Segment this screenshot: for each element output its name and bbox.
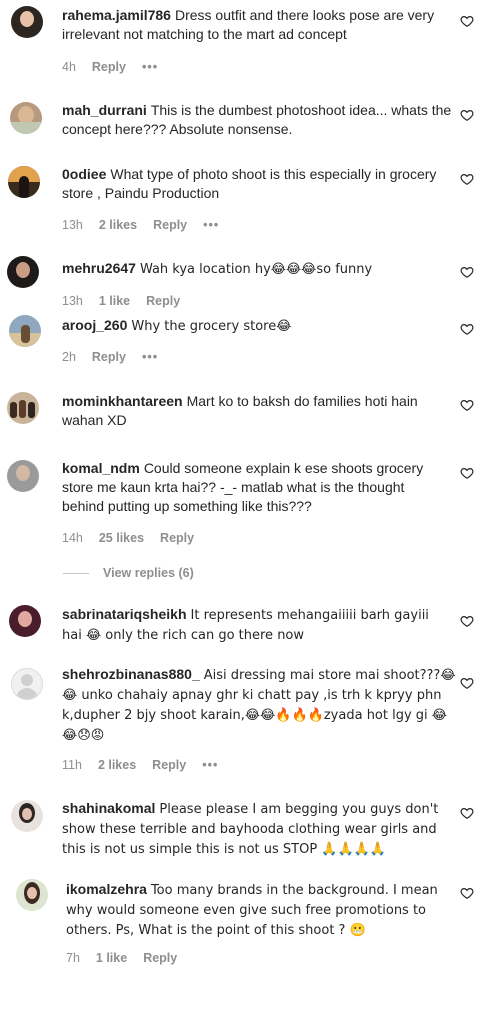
comment-username[interactable]: mominkhantareen	[62, 393, 183, 409]
comment-text: What type of photo shoot is this especia…	[62, 166, 437, 201]
avatar[interactable]	[8, 166, 40, 198]
comment-username[interactable]: rahema.jamil786	[62, 7, 171, 23]
reply-button[interactable]: Reply	[152, 758, 186, 772]
comment-text: Why the grocery store😂	[131, 319, 292, 334]
more-options-icon[interactable]: •••	[142, 350, 158, 364]
comment-body: 0odiee What type of photo shoot is this e…	[62, 165, 457, 203]
avatar[interactable]	[11, 800, 43, 832]
heart-outline-icon[interactable]	[460, 172, 474, 186]
heart-outline-icon[interactable]	[460, 466, 474, 480]
divider	[63, 573, 89, 575]
view-replies-button[interactable]: View replies (6)	[63, 566, 194, 580]
comment-username[interactable]: mah_durrani	[62, 102, 147, 118]
comment-username[interactable]: 0odiee	[62, 166, 106, 182]
comment-text: Wah kya location hy😂😂😂so funny	[139, 262, 373, 277]
reply-button[interactable]: Reply	[92, 350, 126, 364]
more-options-icon[interactable]: •••	[202, 758, 218, 772]
reply-button[interactable]: Reply	[160, 531, 194, 545]
comment-body: sabrinatariqsheikh It represents mehangai…	[62, 605, 452, 645]
avatar[interactable]	[7, 460, 39, 492]
heart-outline-icon[interactable]	[460, 14, 474, 28]
likes-count[interactable]: 25 likes	[99, 531, 144, 545]
comment-time: 14h	[62, 531, 83, 545]
reply-button[interactable]: Reply	[153, 218, 187, 232]
comment-username[interactable]: shehrozbinanas880_	[62, 666, 200, 682]
comment-body: mehru2647 Wah kya location hy😂😂😂so funny	[62, 259, 457, 279]
comment-time: 7h	[66, 951, 80, 965]
heart-outline-icon[interactable]	[460, 265, 474, 279]
comment-body: komal_ndm Could someone explain k ese sho…	[62, 459, 442, 516]
view-replies-label: View replies (6)	[103, 566, 194, 580]
comment-username[interactable]: komal_ndm	[62, 460, 140, 476]
avatar[interactable]	[11, 6, 43, 38]
avatar[interactable]	[10, 102, 42, 134]
comment-username[interactable]: shahinakomal	[62, 800, 155, 816]
heart-outline-icon[interactable]	[460, 614, 474, 628]
avatar[interactable]	[7, 256, 39, 288]
reply-button[interactable]: Reply	[143, 951, 177, 965]
comment-body: shahinakomal Please please I am begging y…	[62, 799, 457, 859]
avatar[interactable]	[9, 605, 41, 637]
comment-username[interactable]: ikomalzehra	[66, 881, 147, 897]
comment-time: 13h	[62, 294, 83, 308]
comment-body: mah_durrani This is the dumbest photoshoo…	[62, 101, 457, 139]
avatar[interactable]	[7, 392, 39, 424]
likes-count[interactable]: 2 likes	[99, 218, 137, 232]
comment-body: ikomalzehra Too many brands in the backgr…	[66, 880, 461, 940]
likes-count[interactable]: 1 like	[96, 951, 127, 965]
more-options-icon[interactable]: •••	[203, 218, 219, 232]
comment-time: 11h	[62, 758, 82, 772]
heart-outline-icon[interactable]	[460, 886, 474, 900]
comment-body: rahema.jamil786 Dress outfit and there lo…	[62, 6, 442, 44]
comment-username[interactable]: mehru2647	[62, 260, 136, 276]
avatar[interactable]	[9, 315, 41, 347]
comment-body: shehrozbinanas880_ Aisi dressing mai stor…	[62, 665, 457, 745]
reply-button[interactable]: Reply	[146, 294, 180, 308]
heart-outline-icon[interactable]	[460, 676, 474, 690]
heart-outline-icon[interactable]	[460, 398, 474, 412]
heart-outline-icon[interactable]	[460, 108, 474, 122]
avatar[interactable]	[11, 668, 43, 700]
comment-username[interactable]: sabrinatariqsheikh	[62, 606, 187, 622]
comment-body: arooj_260 Why the grocery store😂	[62, 316, 457, 336]
comment-time: 13h	[62, 218, 83, 232]
comment-time: 2h	[62, 350, 76, 364]
avatar[interactable]	[16, 879, 48, 911]
reply-button[interactable]: Reply	[92, 60, 126, 74]
more-options-icon[interactable]: •••	[142, 60, 158, 74]
likes-count[interactable]: 2 likes	[98, 758, 136, 772]
likes-count[interactable]: 1 like	[99, 294, 130, 308]
comment-body: mominkhantareen Mart ko to baksh do famil…	[62, 392, 437, 430]
heart-outline-icon[interactable]	[460, 806, 474, 820]
comment-username[interactable]: arooj_260	[62, 317, 127, 333]
heart-outline-icon[interactable]	[460, 322, 474, 336]
comment-time: 4h	[62, 60, 76, 74]
